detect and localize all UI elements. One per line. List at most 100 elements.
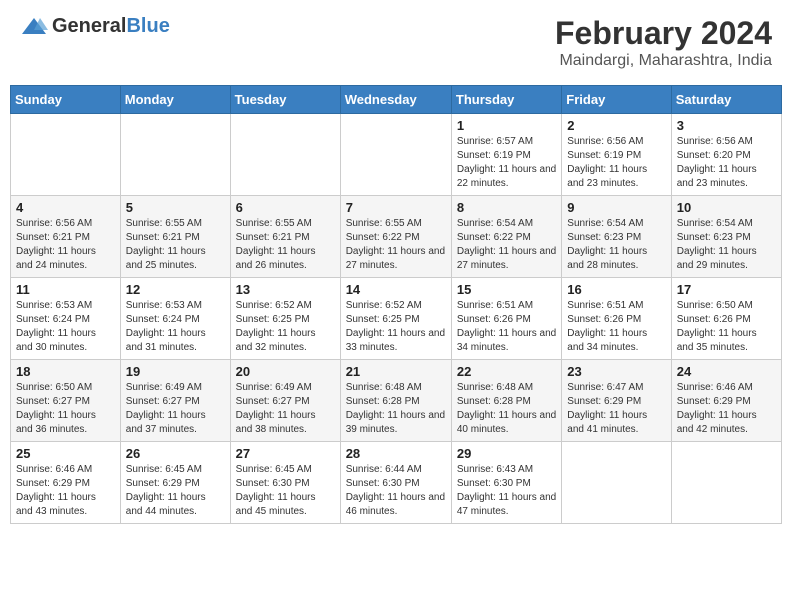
- calendar-cell: [230, 114, 340, 196]
- day-number: 12: [126, 282, 225, 297]
- day-info: Sunrise: 6:57 AMSunset: 6:19 PMDaylight:…: [457, 135, 556, 191]
- day-number: 27: [236, 446, 335, 461]
- day-info: Sunrise: 6:48 AMSunset: 6:28 PMDaylight:…: [457, 381, 556, 437]
- day-info: Sunrise: 6:56 AMSunset: 6:19 PMDaylight:…: [567, 135, 665, 191]
- calendar-cell: 26 Sunrise: 6:45 AMSunset: 6:29 PMDayligh…: [120, 442, 230, 524]
- calendar-cell: 15Sunrise: 6:51 AMSunset: 6:26 PMDayligh…: [451, 278, 561, 360]
- calendar-cell: [120, 114, 230, 196]
- calendar-cell: 24 Sunrise: 6:46 AMSunset: 6:29 PMDayligh…: [671, 360, 781, 442]
- day-number: 25: [16, 446, 115, 461]
- day-number: 3: [677, 118, 776, 133]
- day-number: 18: [16, 364, 115, 379]
- logo-text-general: General: [52, 15, 126, 37]
- day-info: Sunrise: 6:54 AMSunset: 6:22 PMDaylight:…: [457, 217, 556, 273]
- calendar-cell: 22 Sunrise: 6:48 AMSunset: 6:28 PMDayligh…: [451, 360, 561, 442]
- calendar-cell: 17Sunrise: 6:50 AMSunset: 6:26 PMDayligh…: [671, 278, 781, 360]
- day-info: Sunrise: 6:49 AMSunset: 6:27 PMDaylight:…: [236, 381, 335, 437]
- calendar-cell: 9Sunrise: 6:54 AMSunset: 6:23 PMDaylight…: [562, 196, 671, 278]
- day-number: 6: [236, 200, 335, 215]
- calendar-cell: 18Sunrise: 6:50 AMSunset: 6:27 PMDayligh…: [11, 360, 121, 442]
- day-info: Sunrise: 6:46 AMSunset: 6:29 PMDaylight:…: [677, 381, 776, 437]
- column-header-tuesday: Tuesday: [230, 86, 340, 114]
- day-number: 29: [457, 446, 556, 461]
- calendar-header: SundayMondayTuesdayWednesdayThursdayFrid…: [11, 86, 782, 114]
- calendar-cell: 5 Sunrise: 6:55 AMSunset: 6:21 PMDaylight…: [120, 196, 230, 278]
- day-info: Sunrise: 6:56 AMSunset: 6:21 PMDaylight:…: [16, 217, 115, 273]
- column-header-saturday: Saturday: [671, 86, 781, 114]
- calendar-cell: 16Sunrise: 6:51 AMSunset: 6:26 PMDayligh…: [562, 278, 671, 360]
- calendar-cell: 3Sunrise: 6:56 AMSunset: 6:20 PMDaylight…: [671, 114, 781, 196]
- calendar-week-5: 25Sunrise: 6:46 AMSunset: 6:29 PMDayligh…: [11, 442, 782, 524]
- day-info: Sunrise: 6:51 AMSunset: 6:26 PMDaylight:…: [457, 299, 556, 355]
- calendar-cell: 27 Sunrise: 6:45 AMSunset: 6:30 PMDayligh…: [230, 442, 340, 524]
- day-number: 28: [346, 446, 446, 461]
- day-number: 11: [16, 282, 115, 297]
- day-number: 13: [236, 282, 335, 297]
- day-info: Sunrise: 6:55 AMSunset: 6:22 PMDaylight:…: [346, 217, 446, 273]
- calendar-cell: 7 Sunrise: 6:55 AMSunset: 6:22 PMDaylight…: [340, 196, 451, 278]
- day-info: Sunrise: 6:54 AMSunset: 6:23 PMDaylight:…: [677, 217, 776, 273]
- day-info: Sunrise: 6:44 AMSunset: 6:30 PMDaylight:…: [346, 463, 446, 519]
- title-area: February 2024 Maindargi, Maharashtra, In…: [555, 15, 772, 70]
- calendar-cell: 21 Sunrise: 6:48 AMSunset: 6:28 PMDayligh…: [340, 360, 451, 442]
- day-number: 20: [236, 364, 335, 379]
- page-subtitle: Maindargi, Maharashtra, India: [555, 52, 772, 70]
- day-info: Sunrise: 6:55 AMSunset: 6:21 PMDaylight:…: [236, 217, 335, 273]
- page-header: GeneralBlue February 2024 Maindargi, Mah…: [10, 10, 782, 75]
- calendar-body: 1 Sunrise: 6:57 AMSunset: 6:19 PMDaylight…: [11, 114, 782, 524]
- day-number: 10: [677, 200, 776, 215]
- day-number: 23: [567, 364, 665, 379]
- day-number: 2: [567, 118, 665, 133]
- day-info: Sunrise: 6:55 AMSunset: 6:21 PMDaylight:…: [126, 217, 225, 273]
- calendar-cell: 13Sunrise: 6:52 AMSunset: 6:25 PMDayligh…: [230, 278, 340, 360]
- calendar-cell: 19Sunrise: 6:49 AMSunset: 6:27 PMDayligh…: [120, 360, 230, 442]
- column-header-friday: Friday: [562, 86, 671, 114]
- logo-icon: [20, 16, 48, 38]
- calendar-cell: [671, 442, 781, 524]
- day-number: 19: [126, 364, 225, 379]
- day-info: Sunrise: 6:48 AMSunset: 6:28 PMDaylight:…: [346, 381, 446, 437]
- day-number: 17: [677, 282, 776, 297]
- day-number: 24: [677, 364, 776, 379]
- calendar-cell: 6 Sunrise: 6:55 AMSunset: 6:21 PMDaylight…: [230, 196, 340, 278]
- calendar-cell: [562, 442, 671, 524]
- calendar-cell: 2 Sunrise: 6:56 AMSunset: 6:19 PMDaylight…: [562, 114, 671, 196]
- calendar-cell: 14 Sunrise: 6:52 AMSunset: 6:25 PMDayligh…: [340, 278, 451, 360]
- calendar-cell: 8Sunrise: 6:54 AMSunset: 6:22 PMDaylight…: [451, 196, 561, 278]
- column-header-wednesday: Wednesday: [340, 86, 451, 114]
- day-number: 22: [457, 364, 556, 379]
- day-number: 4: [16, 200, 115, 215]
- column-header-sunday: Sunday: [11, 86, 121, 114]
- calendar-cell: 4 Sunrise: 6:56 AMSunset: 6:21 PMDaylight…: [11, 196, 121, 278]
- day-info: Sunrise: 6:53 AMSunset: 6:24 PMDaylight:…: [16, 299, 115, 355]
- calendar-cell: 11 Sunrise: 6:53 AMSunset: 6:24 PMDayligh…: [11, 278, 121, 360]
- calendar-cell: 28 Sunrise: 6:44 AMSunset: 6:30 PMDayligh…: [340, 442, 451, 524]
- calendar-cell: [340, 114, 451, 196]
- calendar-cell: 20 Sunrise: 6:49 AMSunset: 6:27 PMDayligh…: [230, 360, 340, 442]
- calendar-table: SundayMondayTuesdayWednesdayThursdayFrid…: [10, 85, 782, 524]
- day-info: Sunrise: 6:52 AMSunset: 6:25 PMDaylight:…: [346, 299, 446, 355]
- page-title: February 2024: [555, 15, 772, 52]
- calendar-week-2: 4 Sunrise: 6:56 AMSunset: 6:21 PMDaylight…: [11, 196, 782, 278]
- calendar-cell: 12Sunrise: 6:53 AMSunset: 6:24 PMDayligh…: [120, 278, 230, 360]
- day-number: 5: [126, 200, 225, 215]
- day-number: 1: [457, 118, 556, 133]
- day-info: Sunrise: 6:45 AMSunset: 6:29 PMDaylight:…: [126, 463, 225, 519]
- calendar-cell: [11, 114, 121, 196]
- day-number: 14: [346, 282, 446, 297]
- calendar-cell: 25Sunrise: 6:46 AMSunset: 6:29 PMDayligh…: [11, 442, 121, 524]
- day-number: 7: [346, 200, 446, 215]
- day-number: 16: [567, 282, 665, 297]
- day-number: 21: [346, 364, 446, 379]
- day-info: Sunrise: 6:47 AMSunset: 6:29 PMDaylight:…: [567, 381, 665, 437]
- calendar-cell: 23 Sunrise: 6:47 AMSunset: 6:29 PMDayligh…: [562, 360, 671, 442]
- day-info: Sunrise: 6:43 AMSunset: 6:30 PMDaylight:…: [457, 463, 556, 519]
- calendar-week-3: 11 Sunrise: 6:53 AMSunset: 6:24 PMDayligh…: [11, 278, 782, 360]
- day-info: Sunrise: 6:54 AMSunset: 6:23 PMDaylight:…: [567, 217, 665, 273]
- day-number: 26: [126, 446, 225, 461]
- calendar-cell: 10 Sunrise: 6:54 AMSunset: 6:23 PMDayligh…: [671, 196, 781, 278]
- calendar-week-4: 18Sunrise: 6:50 AMSunset: 6:27 PMDayligh…: [11, 360, 782, 442]
- calendar-cell: 1 Sunrise: 6:57 AMSunset: 6:19 PMDaylight…: [451, 114, 561, 196]
- column-header-thursday: Thursday: [451, 86, 561, 114]
- day-info: Sunrise: 6:45 AMSunset: 6:30 PMDaylight:…: [236, 463, 335, 519]
